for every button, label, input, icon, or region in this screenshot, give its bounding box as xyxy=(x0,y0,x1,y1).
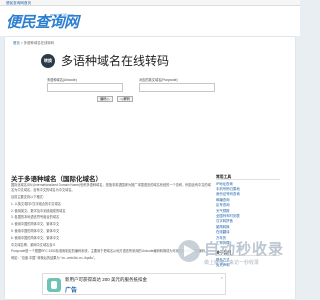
sidebar-heading-tools: 常用工具 xyxy=(216,174,280,180)
logo-url: www.ip138.com xyxy=(50,13,74,17)
promo-banner[interactable]: 新用户可获得高达 200 美元的服务抵扣金 广告 × xyxy=(42,273,226,295)
app-icon xyxy=(47,278,61,292)
sidebar-heading-about: 关于我们 xyxy=(216,250,280,257)
breadcrumb-current: 多语种域名在线转码 xyxy=(23,41,55,45)
paragraph: 国际化域名IDN (Internationalized Domain Name)… xyxy=(11,183,211,193)
encode-button[interactable]: 编码 ▷ xyxy=(97,96,113,102)
paragraph: 中文域名等，某网中文域名含义 xyxy=(11,242,56,247)
paragraph: 3. 各国的本地语言符号组合的域名 xyxy=(11,215,60,220)
paragraph: 例如："百度.中国" 转换后的结果为 "xn--wxtr44c.xn--fiqs… xyxy=(11,256,98,261)
convert-form: 多语种域名(Unicode) 对应的英文域名(Punycode) 编码 ▷ ◁ … xyxy=(41,73,231,111)
paragraph: Punycode是一个根据RFC 3492标准而制定的编码系统，主要用于把域名从… xyxy=(11,249,208,254)
title-badge: 转换 xyxy=(41,54,55,68)
punycode-label: 对应的英文域名(Punycode) xyxy=(139,78,178,82)
site-logo[interactable]: 便民查询网 xyxy=(6,13,92,33)
sidebar-link[interactable]: 免责声明 xyxy=(216,263,280,268)
page-title: 多语种域名在线转码 xyxy=(61,54,170,68)
paragraph: 2. 使用英文、数字及中划线组成的域名 xyxy=(11,208,66,213)
close-icon[interactable]: × xyxy=(221,275,223,280)
section-content: 国际化域名IDN (Internationalized Domain Name)… xyxy=(11,183,211,263)
paragraph: 4. 使用中国的简体中文、繁体中文 xyxy=(11,222,60,227)
punycode-input[interactable] xyxy=(139,83,215,92)
unicode-label: 多语种域名(Unicode) xyxy=(47,78,77,82)
promo-label: 广告 xyxy=(65,288,78,294)
section-title: 关于多语种域名（国际化域名） xyxy=(11,176,102,183)
promo-text: 新用户可获得高达 200 美元的服务抵扣金 xyxy=(65,277,148,282)
paragraph: 6. 使用中国的简体中文、繁体中文 xyxy=(11,235,60,240)
paragraph: 目前主要支持以下格式： xyxy=(11,195,47,199)
breadcrumb-home[interactable]: 首页 xyxy=(13,41,20,45)
sidebar: 常用工具 IP地址查询 手机号码归属地 身份证号码查询 邮编查询 区号查询 天气… xyxy=(216,174,280,269)
site-header: 便民查询网 www.ip138.com xyxy=(0,6,300,36)
ad-space xyxy=(35,115,211,169)
decode-button[interactable]: ◁ 解码 xyxy=(117,96,133,102)
page-title-row: 转换 多语种域名在线转码 xyxy=(41,53,231,69)
paragraph: 5. 使用中国的简体中文、繁体中文 xyxy=(11,228,60,233)
paragraph: 1. 以英文/数字/汉字组合的中文域名 xyxy=(11,201,61,206)
unicode-input[interactable] xyxy=(47,83,123,92)
breadcrumb: 首页 > 多语种域名在线转码 xyxy=(13,41,55,45)
